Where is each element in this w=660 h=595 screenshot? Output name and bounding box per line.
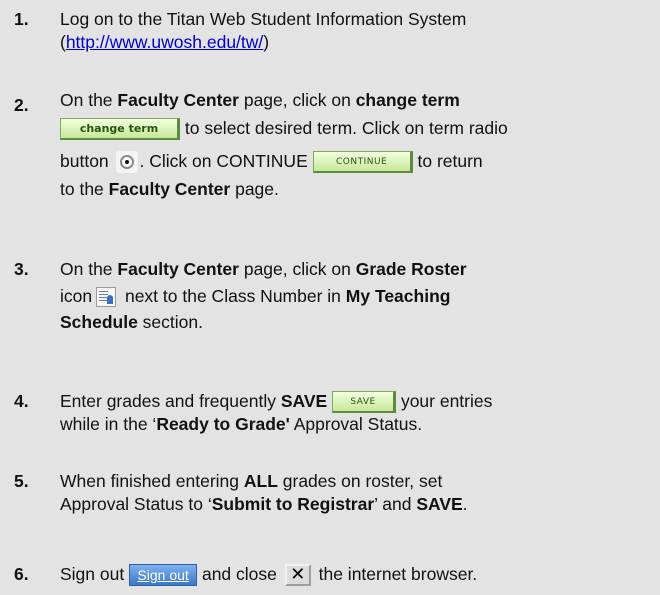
grade-roster-icon[interactable] [96, 287, 117, 308]
step-1: 1. Log on to the Titan Web Student Infor… [14, 8, 654, 54]
step-4: 4. Enter grades and frequently SAVE SAVE… [14, 391, 493, 435]
continue-button[interactable]: CONTINUE [312, 151, 413, 174]
step-6: 6. Sign out Sign out and close ✕ the int… [14, 561, 654, 587]
instructions-page: 1. Log on to the Titan Web Student Infor… [0, 0, 660, 595]
save-button[interactable]: SAVE [332, 391, 397, 414]
step-number: 5. [14, 471, 29, 491]
sign-out-button[interactable]: Sign out [129, 564, 198, 587]
titan-web-link[interactable]: http://www.uwosh.edu/tw/ [66, 32, 263, 52]
step-3: 3. On the Faculty Center page, click on … [14, 259, 467, 332]
step-number: 3. [14, 259, 29, 279]
step-2: 2. On the Faculty Center page, click on … [14, 90, 508, 199]
radio-button-icon[interactable] [115, 151, 138, 174]
step-5: 5. When finished entering ALL grades on … [14, 471, 468, 514]
change-term-button[interactable]: change term [60, 118, 180, 141]
step-number: 4. [14, 391, 29, 411]
step-number: 6. [14, 564, 29, 584]
step-1-text: Log on to the Titan Web Student Informat… [60, 9, 467, 29]
step-number: 1. [14, 9, 29, 29]
step-number: 2. [14, 95, 29, 115]
close-icon[interactable]: ✕ [284, 564, 311, 587]
